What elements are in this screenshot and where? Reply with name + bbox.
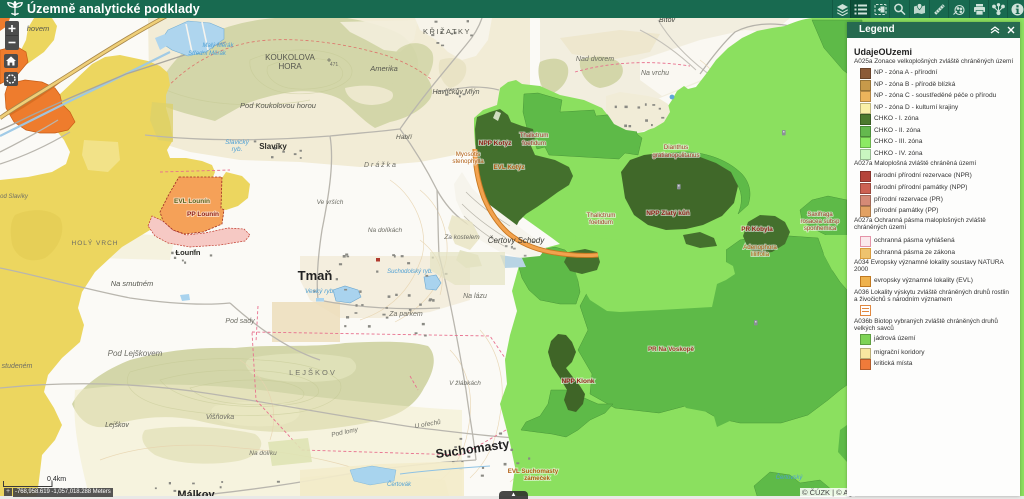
svg-text:KOUKOLOVA: KOUKOLOVA: [265, 53, 315, 62]
svg-text:Tmaň: Tmaň: [298, 268, 333, 283]
svg-text:NPP Zlatý kůň: NPP Zlatý kůň: [646, 209, 690, 217]
svg-text:V žlábkách: V žlábkách: [449, 380, 481, 387]
svg-text:Višňovka: Višňovka: [206, 414, 234, 421]
svg-text:Za kostelem: Za kostelem: [443, 234, 480, 241]
svg-text:EVL Lounín: EVL Lounín: [174, 198, 210, 205]
svg-text:hovem: hovem: [27, 24, 50, 33]
svg-text:Thalictrum: Thalictrum: [520, 132, 549, 139]
svg-text:Saxifraga: Saxifraga: [807, 212, 833, 218]
svg-text:PR Kobyla: PR Kobyla: [741, 226, 773, 233]
svg-text:NPP Klonk: NPP Klonk: [561, 378, 594, 385]
svg-text:Amerika: Amerika: [369, 64, 398, 73]
svg-text:PR Na Voskopě: PR Na Voskopě: [648, 346, 695, 353]
svg-text:Čertovy Schody: Čertovy Schody: [488, 236, 545, 245]
svg-text:Myosotis: Myosotis: [456, 151, 480, 158]
svg-text:HOLÝ VRCH: HOLÝ VRCH: [72, 238, 119, 247]
svg-text:rosacea subsp: rosacea subsp: [800, 219, 840, 225]
svg-text:Na dolíkách: Na dolíkách: [368, 227, 403, 234]
svg-text:Čertovský: Čertovský: [776, 474, 804, 481]
svg-text:liliifolia: liliifolia: [751, 251, 770, 258]
svg-text:Slavíky: Slavíky: [259, 142, 287, 151]
svg-text:Na vrchu: Na vrchu: [641, 70, 669, 77]
svg-text:Pod sady: Pod sady: [225, 318, 255, 325]
svg-text:EVL Kotýz: EVL Kotýz: [493, 164, 524, 171]
svg-text:EVL Suchomasty: EVL Suchomasty: [508, 468, 559, 475]
svg-text:zámeček: zámeček: [524, 475, 550, 482]
svg-text:Suchodolský ryb.: Suchodolský ryb.: [387, 269, 433, 275]
svg-text:Malý Měrák: Malý Měrák: [202, 43, 234, 49]
svg-text:stenophylla: stenophylla: [452, 158, 484, 165]
svg-text:Bítov: Bítov: [659, 18, 675, 24]
svg-text:Habří: Habří: [396, 134, 413, 141]
svg-text:Na lázu: Na lázu: [463, 293, 487, 300]
svg-text:Slavický: Slavický: [225, 139, 250, 146]
svg-text:studeném: studeném: [2, 363, 33, 370]
svg-text:ryb.: ryb.: [232, 146, 243, 153]
svg-text:D r á ž k a: D r á ž k a: [364, 162, 396, 169]
svg-text:gratianopolitanus: gratianopolitanus: [652, 152, 699, 159]
svg-text:Střední Měrák: Střední Měrák: [188, 51, 227, 57]
svg-text:foetidum: foetidum: [522, 140, 546, 147]
svg-text:Dianthus: Dianthus: [664, 144, 688, 151]
svg-text:sponhemica: sponhemica: [804, 226, 837, 232]
svg-text:Havlíčkův Mlýn: Havlíčkův Mlýn: [432, 88, 479, 96]
svg-text:471: 471: [330, 62, 339, 68]
svg-text:PP Lounín: PP Lounín: [187, 211, 219, 218]
svg-text:HORA: HORA: [278, 62, 302, 71]
svg-text:Za parkem: Za parkem: [388, 311, 423, 318]
svg-text:KŘIŽATKY: KŘIŽATKY: [423, 27, 471, 36]
svg-text:od Slavíky: od Slavíky: [0, 194, 29, 200]
svg-text:Nad dvorem: Nad dvorem: [576, 56, 614, 63]
svg-text:Veský ryb.: Veský ryb.: [305, 288, 335, 295]
svg-text:LEJŠKOV: LEJŠKOV: [289, 368, 337, 377]
svg-text:Pod Koukolovou horou: Pod Koukolovou horou: [240, 101, 317, 110]
svg-text:Na dolíku: Na dolíku: [249, 450, 277, 457]
svg-text:Ve vrších: Ve vrších: [317, 199, 344, 206]
svg-text:Lejškov: Lejškov: [105, 422, 129, 429]
svg-text:foetidum: foetidum: [589, 219, 613, 226]
svg-text:Pod Lejškovem: Pod Lejškovem: [108, 349, 163, 358]
svg-text:Lounín: Lounín: [176, 248, 201, 257]
svg-text:NPP Kotýz: NPP Kotýz: [479, 140, 512, 147]
svg-text:Na smutném: Na smutném: [111, 279, 154, 288]
svg-text:Thalictrum: Thalictrum: [587, 212, 616, 219]
svg-text:Čertovák: Čertovák: [387, 481, 412, 488]
svg-text:Adenophora: Adenophora: [743, 244, 777, 251]
